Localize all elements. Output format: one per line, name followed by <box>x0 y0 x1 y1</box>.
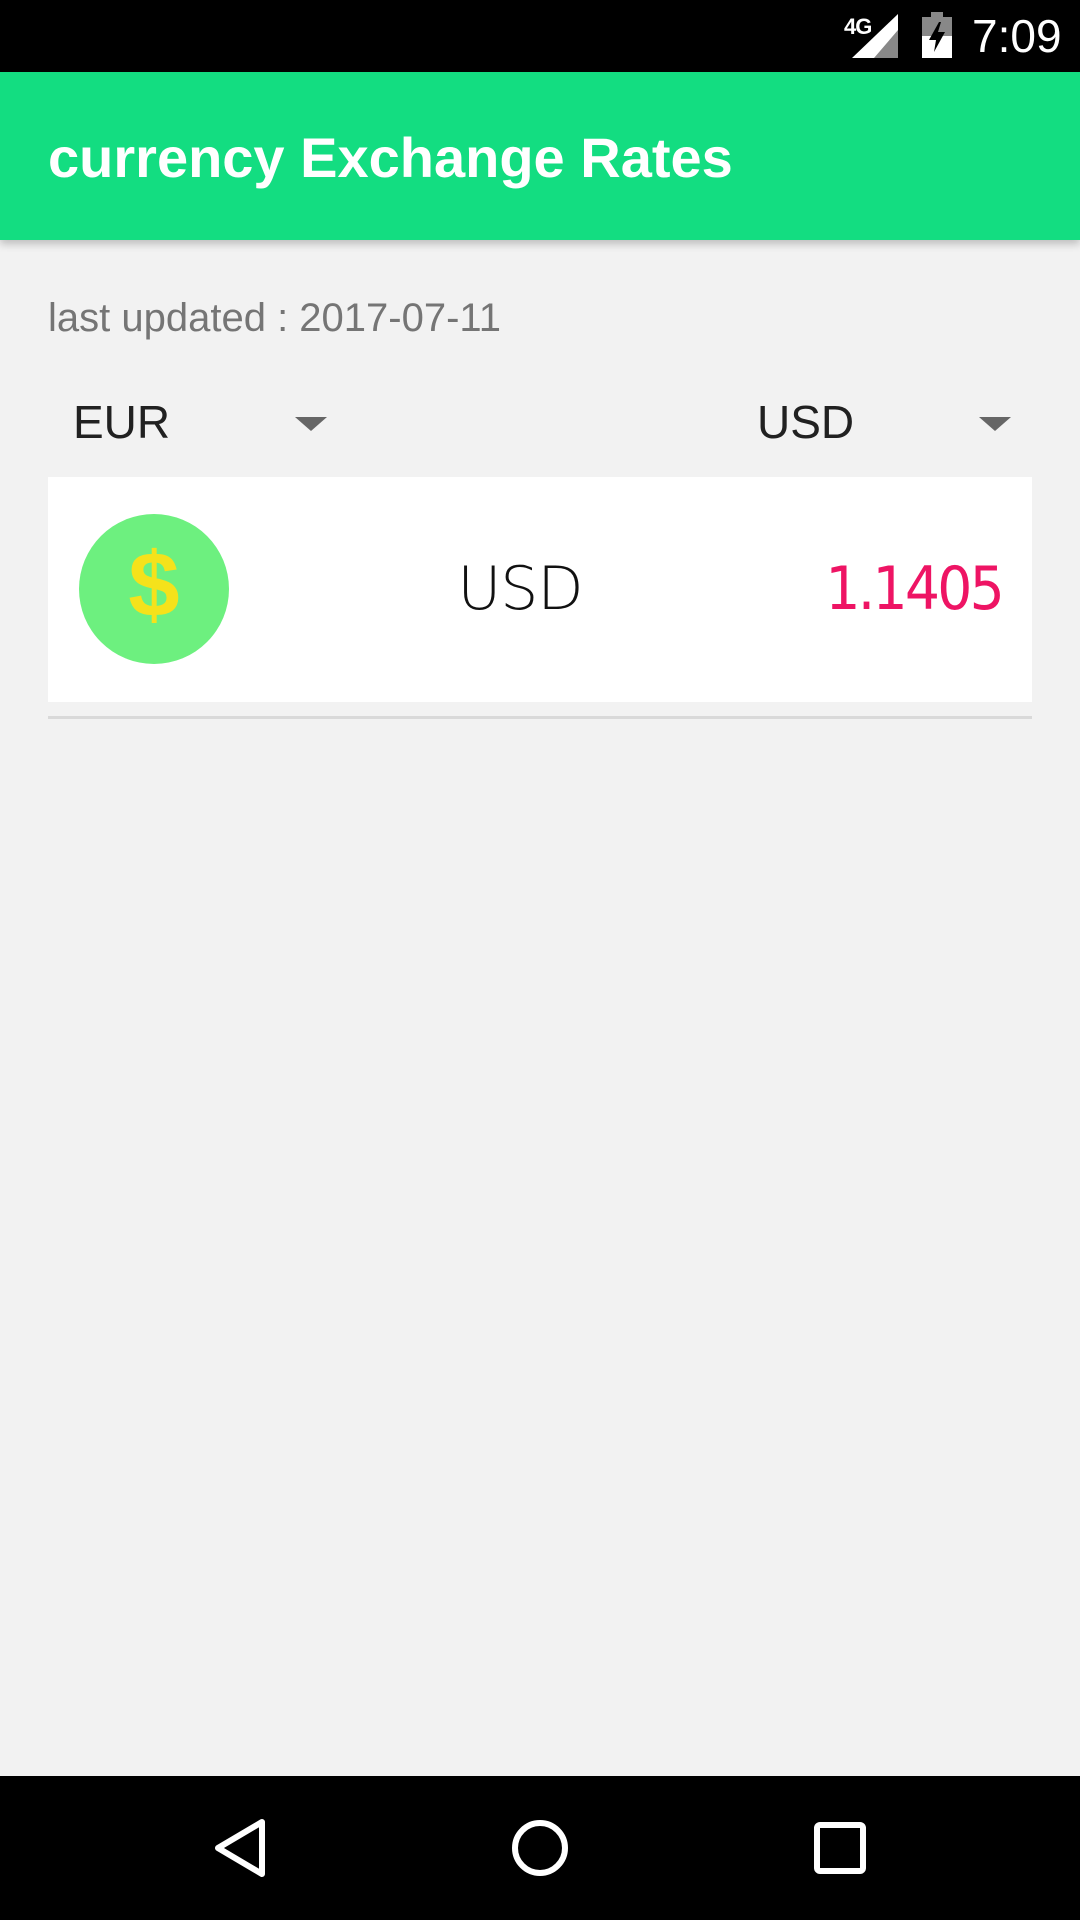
last-updated-date: 2017-07-11 <box>299 296 501 340</box>
battery-charging-icon <box>922 12 952 58</box>
last-updated-label: last updated : <box>48 296 300 340</box>
dropdown-arrow-icon <box>295 417 327 431</box>
dollar-coin-icon: $ <box>79 514 229 664</box>
recents-square-icon <box>814 1822 866 1874</box>
to-currency-value: USD <box>757 396 855 448</box>
from-currency-value: EUR <box>73 396 171 448</box>
recents-button[interactable] <box>792 1800 888 1896</box>
status-bar: 4G 7:09 <box>0 0 1080 72</box>
cell-signal-icon <box>852 14 898 58</box>
back-triangle-icon <box>215 1819 265 1877</box>
navigation-bar <box>0 1776 1080 1920</box>
back-button[interactable] <box>192 1800 288 1896</box>
list-divider <box>48 716 1032 719</box>
app-bar: currency Exchange Rates <box>0 72 1080 240</box>
from-currency-spinner[interactable]: EUR <box>73 380 333 460</box>
to-currency-spinner[interactable]: USD <box>757 380 1017 460</box>
currency-code: USD <box>457 554 583 624</box>
app-title: currency Exchange Rates <box>48 126 733 189</box>
home-circle-icon <box>512 1820 568 1876</box>
exchange-rate-value: 1.1405 <box>825 554 1004 624</box>
last-updated: last updated : 2017-07-11 <box>48 294 501 342</box>
svg-text:$: $ <box>128 534 179 636</box>
home-button[interactable] <box>492 1800 588 1896</box>
rate-list-item[interactable]: $ USD 1.1405 <box>48 477 1032 702</box>
dropdown-arrow-icon <box>979 417 1011 431</box>
clock: 7:09 <box>972 10 1062 62</box>
main-content: last updated : 2017-07-11 EUR USD $ USD … <box>0 240 1080 1776</box>
